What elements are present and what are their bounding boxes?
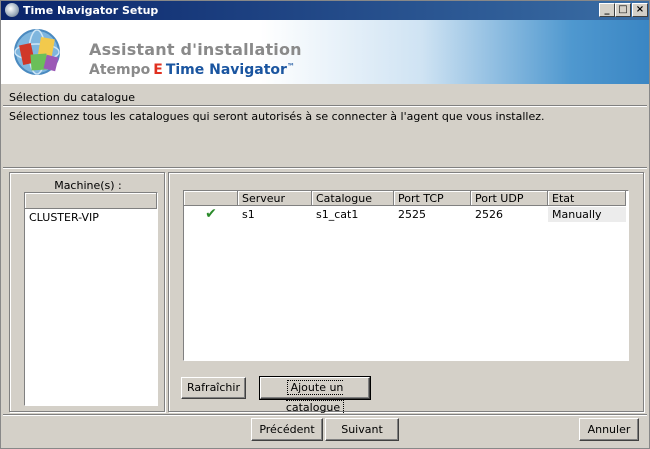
row-check-cell[interactable]: ✔: [184, 207, 238, 222]
cell-serveur: s1: [238, 207, 312, 222]
column-header-port-tcp[interactable]: Port TCP: [394, 191, 471, 206]
previous-button[interactable]: Précédent: [251, 418, 323, 441]
divider: [3, 414, 647, 416]
cell-catalogue: s1_cat1: [312, 207, 394, 222]
instructions-text: Sélectionnez tous les catalogues qui ser…: [9, 110, 545, 123]
column-header-port-udp[interactable]: Port UDP: [471, 191, 548, 206]
column-header-serveur[interactable]: Serveur: [238, 191, 312, 206]
banner-title: Assistant d'installation: [89, 40, 302, 59]
add-catalog-label: Ajoute un catalogue: [285, 380, 345, 415]
divider: [3, 105, 647, 107]
brand-prefix: Atempo: [89, 62, 151, 78]
window-title: Time Navigator Setup: [23, 4, 159, 17]
table-row[interactable]: ✔ s1 s1_cat1 2525 2526 Manually: [184, 207, 628, 222]
machines-list-header: [25, 193, 157, 209]
next-button[interactable]: Suivant: [325, 418, 399, 441]
cell-etat: Manually: [548, 207, 626, 222]
app-icon: [5, 3, 19, 17]
divider: [3, 167, 647, 169]
refresh-button[interactable]: Rafraîchir: [181, 377, 246, 399]
catalog-table[interactable]: Serveur Catalogue Port TCP Port UDP Etat…: [183, 190, 629, 361]
brand-product: Time Navigator: [165, 62, 287, 78]
column-header-catalogue[interactable]: Catalogue: [312, 191, 394, 206]
atempo-logo-icon: [14, 29, 60, 75]
setup-window: Time Navigator Setup _ □ × Assistant d'i…: [0, 0, 650, 449]
add-catalog-button[interactable]: Ajoute un catalogue: [259, 376, 371, 415]
maximize-button[interactable]: □: [615, 3, 631, 17]
cell-port-tcp: 2525: [394, 207, 471, 222]
machines-label: Machine(s) :: [54, 179, 122, 192]
list-item[interactable]: CLUSTER-VIP: [25, 209, 157, 226]
close-button[interactable]: ×: [632, 3, 648, 17]
check-icon[interactable]: ✔: [188, 207, 234, 221]
machines-group: Machine(s) : CLUSTER-VIP: [9, 172, 165, 412]
cancel-button[interactable]: Annuler: [579, 418, 639, 441]
trademark: ™: [286, 62, 295, 71]
brand-mark-icon: E: [153, 62, 163, 78]
machines-list[interactable]: CLUSTER-VIP: [24, 192, 158, 406]
wizard-banner: Assistant d'installation Atempo E Time Nav…: [1, 20, 649, 84]
banner-brand: Atempo E Time Navigator™: [89, 62, 295, 78]
table-header: Serveur Catalogue Port TCP Port UDP Etat: [184, 191, 628, 206]
title-bar[interactable]: Time Navigator Setup _ □ ×: [1, 1, 649, 20]
column-header-etat[interactable]: Etat: [548, 191, 626, 206]
column-header-check[interactable]: [184, 191, 238, 206]
minimize-button[interactable]: _: [599, 3, 615, 17]
section-title: Sélection du catalogue: [9, 91, 135, 104]
cell-port-udp: 2526: [471, 207, 548, 222]
